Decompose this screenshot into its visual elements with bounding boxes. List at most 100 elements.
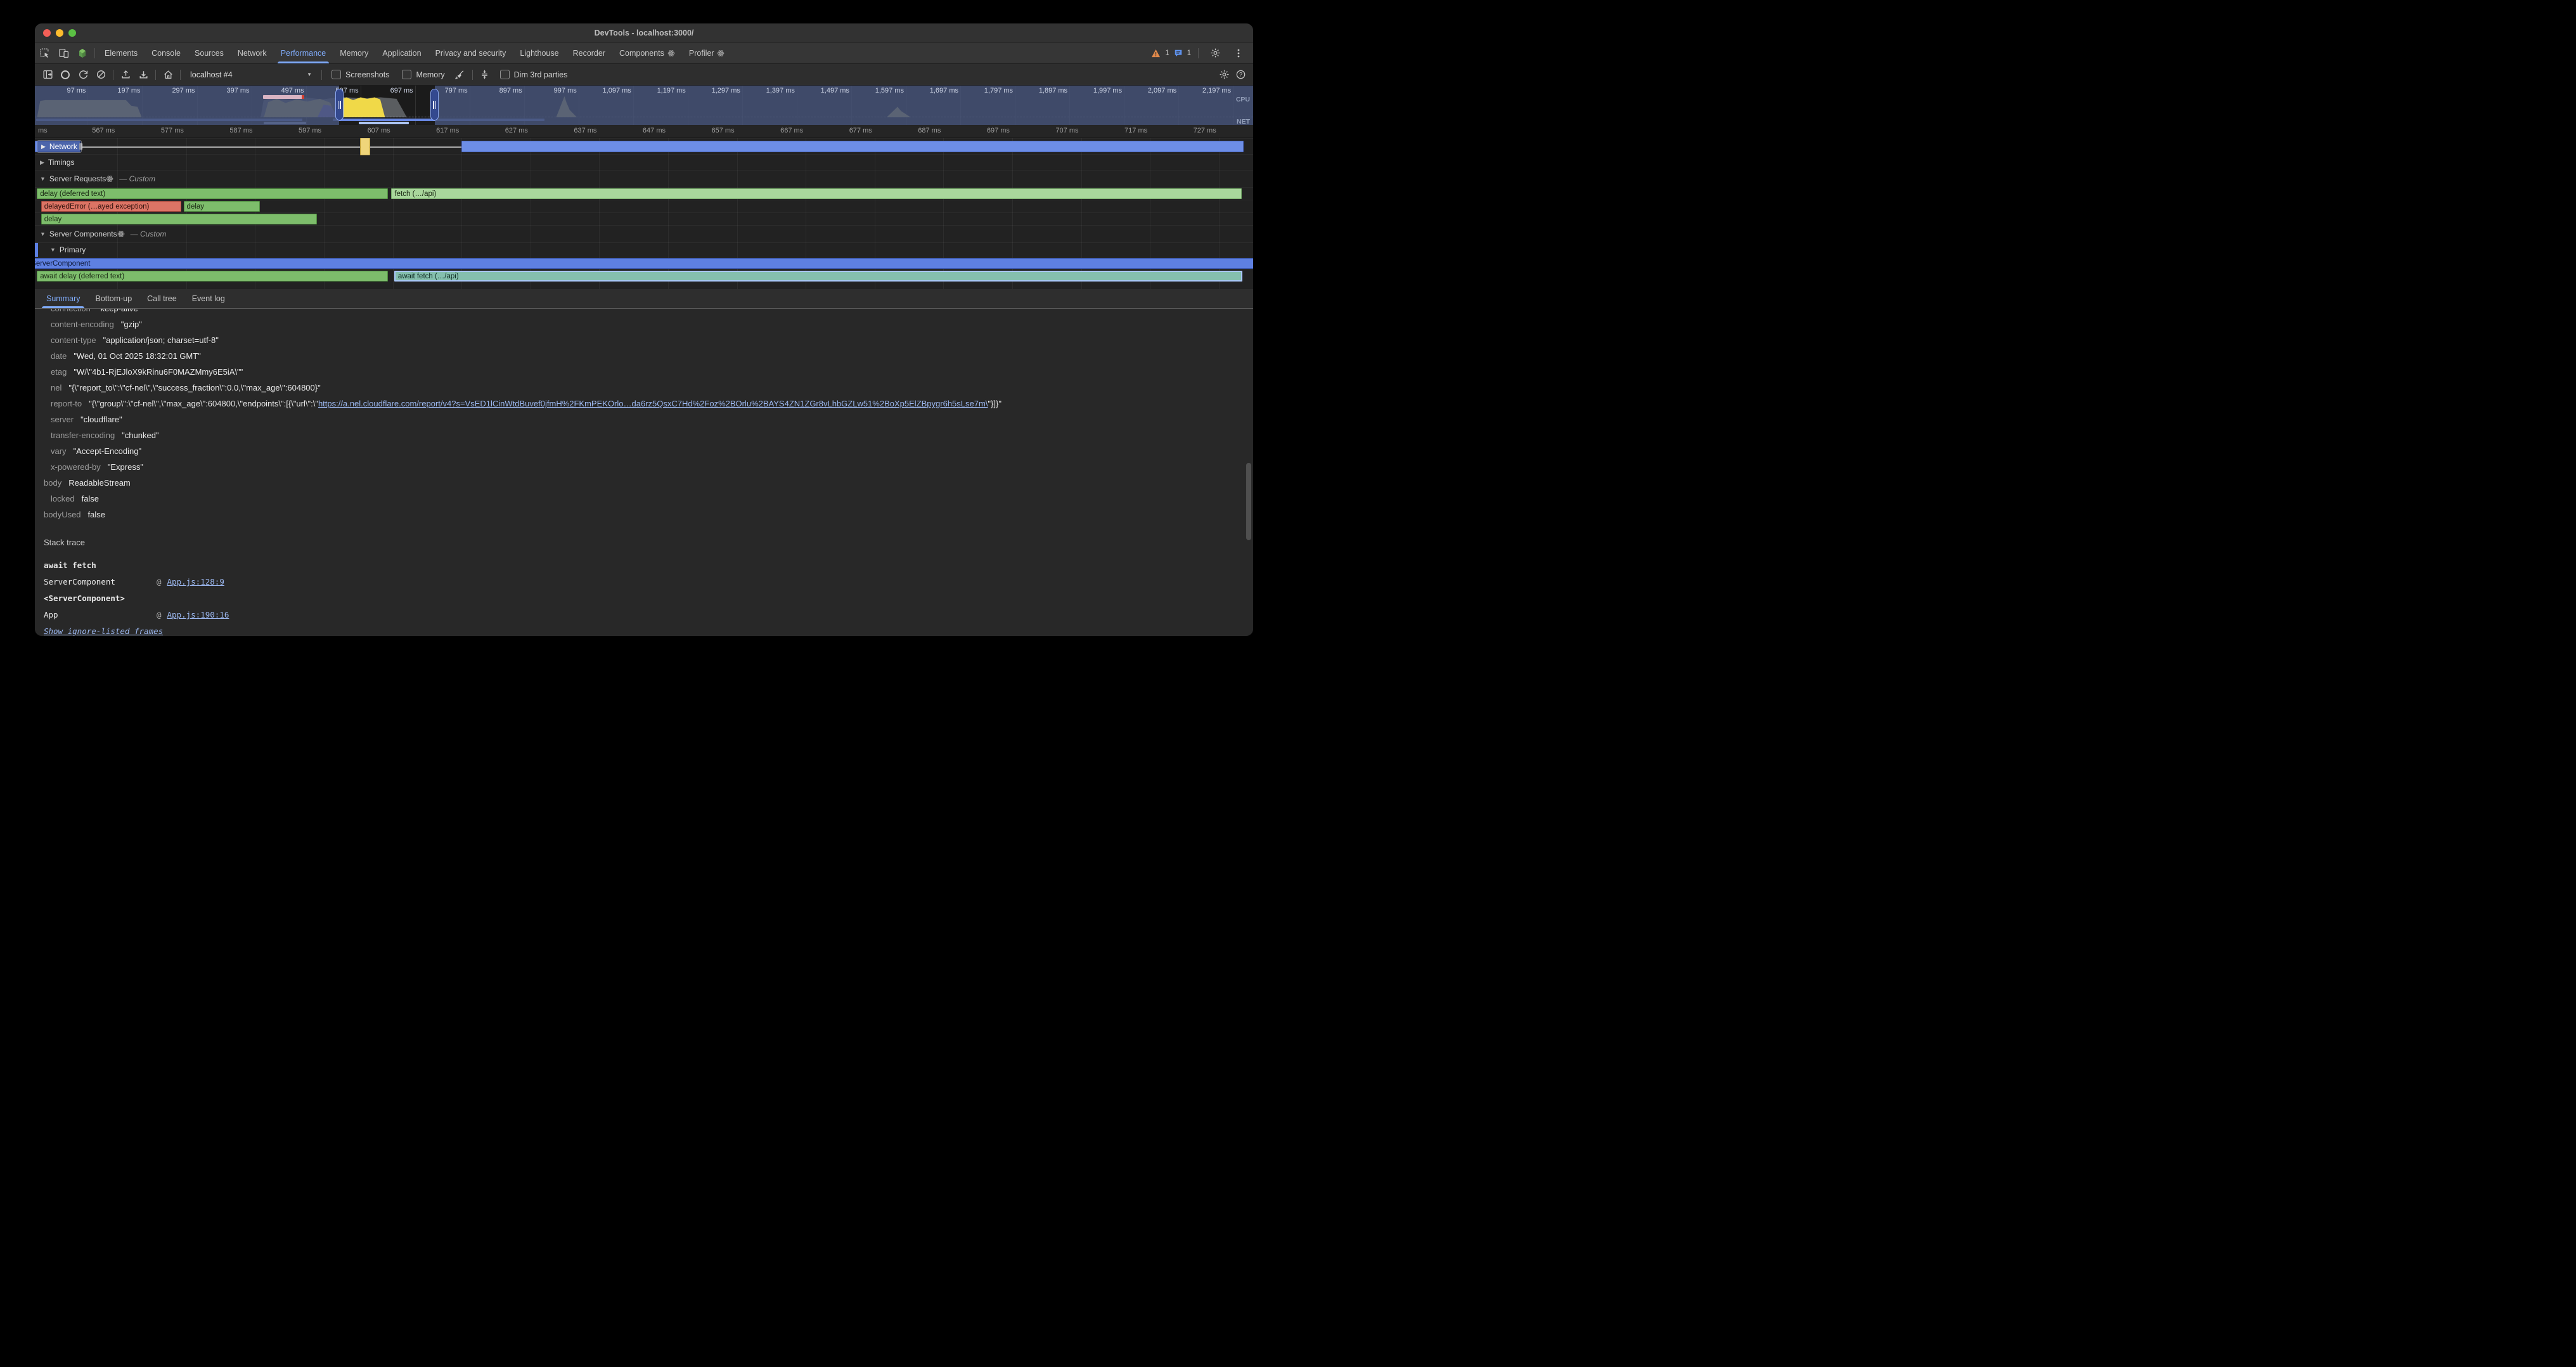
detail-value-link[interactable]: https://a.nel.cloudflare.com/report/v4?s… (318, 399, 988, 408)
ruler-tick-label: 587 ms (229, 127, 255, 134)
disclosure-triangle-icon: ▼ (40, 176, 46, 182)
ruler-tick-label: 617 ms (436, 127, 461, 134)
zoom-button[interactable] (68, 29, 76, 37)
ruler-tick-label: 567 ms (92, 127, 117, 134)
detail-row-report-to: report-to"{\"group\":\"cf-nel\",\"max_ag… (35, 396, 1253, 411)
perf-entry-delay[interactable]: delay (184, 201, 261, 212)
close-button[interactable] (43, 29, 51, 37)
perf-entry-delayederror-ayed-exception[interactable]: delayedError (…ayed exception) (41, 201, 182, 212)
garbage-brush-icon (454, 69, 465, 80)
track-group-toggle-server-requests[interactable]: ▼Server Requests — Custom (35, 171, 1253, 187)
live-metrics-button[interactable] (160, 67, 176, 82)
detail-value: "Wed, 01 Oct 2025 18:32:01 GMT" (74, 351, 200, 361)
detail-key: etag (51, 367, 67, 377)
tab-console[interactable]: Console (145, 42, 188, 63)
show-ignore-listed-frames-link[interactable]: Show ignore-listed frames (44, 626, 163, 636)
tab-lighthouse[interactable]: Lighthouse (513, 42, 565, 63)
details-list: connection"keep-alive"content-encoding"g… (35, 309, 1253, 522)
selection-handle-left[interactable] (335, 89, 344, 120)
perf-entry-yellow[interactable] (360, 138, 370, 155)
minimap-tick-label: 97 ms (67, 87, 87, 94)
perf-entry-delay-deferred-text[interactable]: delay (deferred text) (37, 188, 388, 199)
perf-entry-netblue[interactable] (461, 141, 1244, 152)
fit-window-button[interactable] (477, 67, 493, 82)
track-group-toggle-server-components[interactable]: ▼Server Components — Custom (35, 226, 1253, 242)
inspect-element-button[interactable] (35, 42, 54, 63)
perf-entry-servercomponent[interactable]: ServerComponent (35, 258, 1253, 269)
screenshots-checkbox-label[interactable]: Screenshots (332, 70, 389, 79)
track-origin-label: — Custom (119, 174, 155, 183)
track-toggle-network[interactable]: ▶Network (37, 140, 82, 153)
summary-tab-bar: SummaryBottom-upCall treeEvent log (35, 289, 1253, 309)
detail-key: content-type (51, 335, 96, 345)
toggle-sidebar-button[interactable] (39, 67, 56, 82)
track-group-toggle-primary[interactable]: ▼Primary (35, 243, 1253, 257)
tab-network[interactable]: Network (231, 42, 274, 63)
screenshots-checkbox[interactable] (332, 70, 341, 79)
tab-sources[interactable]: Sources (188, 42, 231, 63)
device-toolbar-button[interactable] (54, 42, 73, 63)
tab-privacy-and-security[interactable]: Privacy and security (428, 42, 513, 63)
detail-value: "gzip" (121, 320, 142, 329)
minimap[interactable]: CPU NET 97 ms197 ms297 ms397 ms497 ms597… (35, 86, 1253, 125)
tab-memory[interactable]: Memory (333, 42, 375, 63)
bottom-tab-bottom-up[interactable]: Bottom-up (87, 289, 139, 308)
tab-label: Elements (105, 49, 138, 58)
capture-settings-button[interactable] (1216, 67, 1232, 82)
details-pane[interactable]: connection"keep-alive"content-encoding"g… (35, 309, 1253, 636)
tab-performance[interactable]: Performance (274, 42, 333, 63)
track-toggle-timings[interactable]: ▶Timings (35, 155, 1253, 170)
title-bar[interactable]: DevTools - localhost:3000/ (35, 23, 1253, 42)
history-dropdown[interactable]: localhost #4 ▼ (184, 67, 318, 82)
ruler-tick-label: 597 ms (299, 127, 324, 134)
stack-frame: await fetch (44, 557, 1253, 574)
toolbar-separator (155, 70, 156, 80)
stack-frame-source-link[interactable]: App.js:128:9 (167, 577, 224, 586)
tab-label: Profiler (689, 49, 714, 58)
kebab-menu-icon (1233, 48, 1244, 58)
timeline-ruler[interactable]: ms 567 ms577 ms587 ms597 ms607 ms617 ms6… (35, 125, 1253, 138)
more-options-button[interactable] (1229, 48, 1248, 58)
bottom-tab-call-tree[interactable]: Call tree (139, 289, 184, 308)
extension-button[interactable] (73, 42, 92, 63)
dim-3rd-parties-checkbox-label[interactable]: Dim 3rd parties (500, 70, 568, 79)
tab-elements[interactable]: Elements (98, 42, 145, 63)
upload-profile-button[interactable] (117, 67, 134, 82)
minimize-button[interactable] (56, 29, 63, 37)
detail-row-x-powered-by: x-powered-by"Express" (35, 459, 1253, 475)
download-profile-button[interactable] (135, 67, 151, 82)
help-button[interactable]: ? (1232, 67, 1249, 82)
tab-recorder[interactable]: Recorder (566, 42, 612, 63)
bottom-tab-summary[interactable]: Summary (39, 289, 87, 308)
selection-handle-right[interactable] (430, 89, 439, 120)
stack-trace-section: Stack trace await fetchServerComponent@A… (35, 538, 1253, 636)
tab-application[interactable]: Application (375, 42, 428, 63)
collect-garbage-button[interactable] (452, 67, 468, 82)
detail-row-bodyused: bodyUsedfalse (35, 507, 1253, 522)
issues-icon[interactable] (1174, 49, 1183, 58)
settings-button[interactable] (1206, 48, 1225, 58)
tab-profiler[interactable]: Profiler (682, 42, 732, 63)
perf-entry-await-fetch-api[interactable]: await fetch (…/api) (394, 271, 1242, 282)
ruler-tick-label: 707 ms (1055, 127, 1081, 134)
dim-3rd-parties-checkbox[interactable] (500, 70, 510, 79)
perf-entry-await-delay-deferred-text[interactable]: await delay (deferred text) (37, 271, 388, 282)
toolbar-separator (180, 70, 181, 80)
bottom-tab-event-log[interactable]: Event log (184, 289, 233, 308)
perf-entry-delay[interactable]: delay (41, 214, 317, 224)
stack-frame-source-link[interactable]: App.js:190:16 (167, 610, 229, 619)
detail-row-content-encoding: content-encoding"gzip" (35, 316, 1253, 332)
tab-components[interactable]: Components (612, 42, 682, 63)
memory-checkbox[interactable] (402, 70, 411, 79)
details-scrollbar[interactable] (1246, 463, 1251, 540)
clear-button[interactable] (93, 67, 109, 82)
detail-row-connection: connection"keep-alive" (35, 309, 1253, 316)
warning-icon[interactable] (1151, 49, 1161, 58)
reload-and-record-button[interactable] (75, 67, 91, 82)
record-button[interactable] (57, 67, 74, 82)
stack-frame-at: @ (157, 610, 162, 619)
history-dropdown-value: localhost #4 (190, 70, 233, 79)
memory-checkbox-label[interactable]: Memory (402, 70, 444, 79)
detail-value: false (82, 494, 99, 503)
perf-entry-fetch-api[interactable]: fetch (…/api) (391, 188, 1241, 199)
